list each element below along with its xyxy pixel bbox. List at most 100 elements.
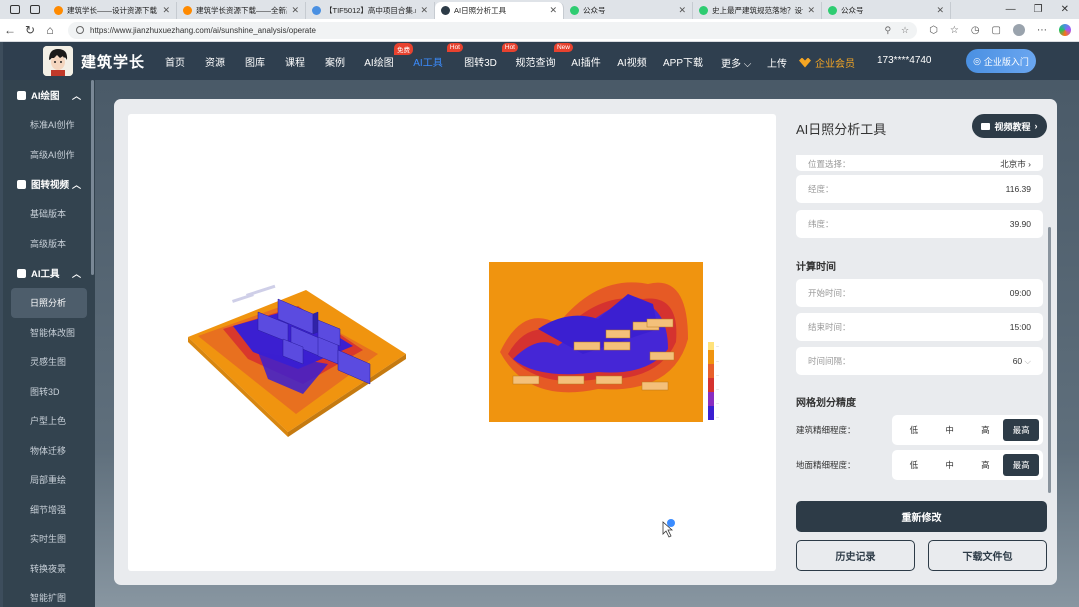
logo-text[interactable]: 建筑学长 [81, 51, 145, 72]
redo-button[interactable]: 重新修改 [796, 501, 1047, 532]
enterprise-button[interactable]: ◎ 企业版入门 [966, 49, 1036, 73]
precision-option[interactable]: 高 [968, 419, 1004, 441]
browser-tab[interactable]: 公众号 ✕ [822, 2, 951, 19]
close-window-icon[interactable]: ✕ [1061, 4, 1069, 15]
nav-item[interactable]: 图转3D Hot [453, 42, 518, 69]
back-icon[interactable]: ← [0, 23, 20, 37]
location-select[interactable]: 位置选择： 北京市 › [796, 155, 1043, 171]
user-phone[interactable]: 173****4740 [877, 55, 932, 66]
result-canvas[interactable]: — — — — — — [128, 114, 776, 571]
sidebar-item[interactable]: 细节增强 [3, 495, 95, 525]
tab-close-icon[interactable]: ✕ [936, 5, 944, 16]
browser-tab[interactable]: 建筑学长资源下载——全新高中 ✕ [177, 2, 306, 19]
precision-option[interactable]: 低 [896, 454, 932, 476]
upload-link[interactable]: 上传 [767, 55, 787, 70]
tab-actions-icon[interactable] [30, 5, 40, 14]
sidebar-item[interactable]: 转换夜景 [3, 554, 95, 584]
nav-item[interactable]: 首页 [155, 54, 195, 69]
url-field[interactable]: https://www.jianzhuxuezhang.com/ai/sunsh… [68, 21, 918, 39]
zoom-icon[interactable]: ⚲ [884, 25, 891, 36]
nav-badge: Hot [501, 42, 518, 52]
browser-tab[interactable]: 史上最严建筑规范落地？设计 ✕ [693, 2, 822, 19]
precision-option[interactable]: 最高 [1003, 419, 1039, 441]
browser-tab[interactable]: 【TIF5012】高中项目合集.rar_建 ✕ [306, 2, 435, 19]
nav-item[interactable]: AI工具 Hot [403, 42, 463, 69]
maximize-icon[interactable]: ❐ [1034, 4, 1043, 15]
sidebar-item[interactable]: 物体迁移 [3, 436, 95, 466]
nav-item[interactable]: 图库 [235, 54, 275, 69]
nav-item[interactable]: AI视频 [609, 54, 655, 69]
sidebar-item[interactable]: 高级AI创作 [3, 140, 95, 170]
precision-option[interactable]: 高 [968, 454, 1004, 476]
sidebar-item[interactable]: 局部重绘 [3, 465, 95, 495]
end-time-field[interactable]: 结束时间： 15:00 [796, 313, 1043, 341]
nav-item-label: AI视频 [617, 57, 647, 69]
precision-option[interactable]: 中 [932, 419, 968, 441]
minimize-icon[interactable]: — [1006, 4, 1016, 15]
precision-option[interactable]: 中 [932, 454, 968, 476]
extensions-icon[interactable]: ⬡ [929, 25, 938, 36]
sidebar-item[interactable]: 图转3D [3, 377, 95, 407]
sidebar-item[interactable]: 智能扩图 [3, 583, 95, 607]
address-bar-row: ← ↻ ⌂ https://www.jianzhuxuezhang.com/ai… [0, 19, 1079, 42]
more-menu-icon[interactable]: ⋯ [1037, 25, 1047, 36]
copilot-icon[interactable] [1059, 24, 1071, 36]
tab-close-icon[interactable]: ✕ [807, 5, 815, 16]
video-tutorial-button[interactable]: 视频教程 › [972, 114, 1047, 138]
collections-icon[interactable]: ▢ [992, 25, 1001, 36]
sidebar-item[interactable]: 高级版本 [3, 229, 95, 259]
interval-value: 60 ⌵ [1013, 356, 1031, 367]
nav-item[interactable]: AI绘图 免费 [355, 42, 413, 69]
interval-select[interactable]: 时间间隔： 60 ⌵ [796, 347, 1043, 375]
sidebar-group[interactable]: 图转视频 ︿ [3, 169, 95, 199]
tab-close-icon[interactable]: ✕ [420, 5, 428, 16]
download-button[interactable]: 下载文件包 [928, 540, 1047, 571]
browser-tab[interactable]: 建筑学长——设计资源下载·CAD ✕ [48, 2, 177, 19]
svg-text:—: — [716, 401, 719, 405]
tab-close-icon[interactable]: ✕ [291, 5, 299, 16]
logo-avatar[interactable] [43, 46, 73, 76]
sidebar-item[interactable]: 实时生图 [3, 524, 95, 554]
profile-avatar[interactable] [1013, 24, 1025, 36]
start-time-field[interactable]: 开始时间： 09:00 [796, 279, 1043, 307]
longitude-field[interactable]: 经度： 116.39 [796, 175, 1043, 203]
nav-item[interactable]: 案例 [315, 54, 355, 69]
refresh-icon[interactable]: ↻ [20, 23, 40, 37]
sidebar-item[interactable]: 基础版本 [3, 199, 95, 229]
sidebar-item[interactable]: 户型上色 [3, 406, 95, 436]
nav-item[interactable]: 课程 [275, 54, 315, 69]
precision-option[interactable]: 最高 [1003, 454, 1039, 476]
precision-option[interactable]: 低 [896, 419, 932, 441]
shadow-analysis-view: — — — — — — [188, 262, 719, 538]
sidebar-item[interactable]: 标准AI创作 [3, 110, 95, 140]
nav-item[interactable]: 规范查询 New [508, 42, 573, 69]
browser-tab[interactable]: 公众号 ✕ [564, 2, 693, 19]
url-text: https://www.jianzhuxuezhang.com/ai/sunsh… [90, 25, 316, 35]
sidebar-group[interactable]: AI工具 ︿ [3, 258, 95, 288]
sidebar-item[interactable]: 灵感生图 [3, 347, 95, 377]
nav-more[interactable]: 更多 ⌵ [721, 55, 751, 70]
nav-item[interactable]: 资源 [195, 54, 235, 69]
latitude-field[interactable]: 纬度： 39.90 [796, 210, 1043, 238]
nav-item[interactable]: APP下载 [655, 54, 711, 69]
sidebar-group[interactable]: AI绘图 ︿ [3, 80, 95, 110]
sidebar-item[interactable]: 智能体改图 [3, 318, 95, 348]
favorite-star-icon[interactable]: ☆ [901, 25, 909, 36]
panel-scrollbar[interactable] [1048, 227, 1051, 493]
browser-tab[interactable]: AI日照分析工具 ✕ [435, 2, 564, 19]
home-icon[interactable]: ⌂ [40, 23, 60, 37]
workspaces-icon[interactable] [10, 5, 20, 14]
history-button[interactable]: 历史记录 [796, 540, 915, 571]
tab-close-icon[interactable]: ✕ [549, 5, 557, 16]
nav-item[interactable]: AI插件 [563, 54, 609, 69]
site-info-icon[interactable] [76, 26, 84, 34]
vip-link[interactable]: 企业会员 [799, 55, 855, 70]
sidebar-group-title: 图转视频 [31, 180, 70, 191]
tab-close-icon[interactable]: ✕ [162, 5, 170, 16]
sidebar-scrollbar[interactable] [91, 80, 94, 275]
favorites-icon[interactable]: ☆ [950, 25, 959, 36]
history-icon[interactable]: ◷ [971, 25, 980, 36]
sidebar-item[interactable]: 日照分析 [11, 288, 87, 318]
tab-close-icon[interactable]: ✕ [678, 5, 686, 16]
tab-favicon-icon [312, 6, 321, 15]
